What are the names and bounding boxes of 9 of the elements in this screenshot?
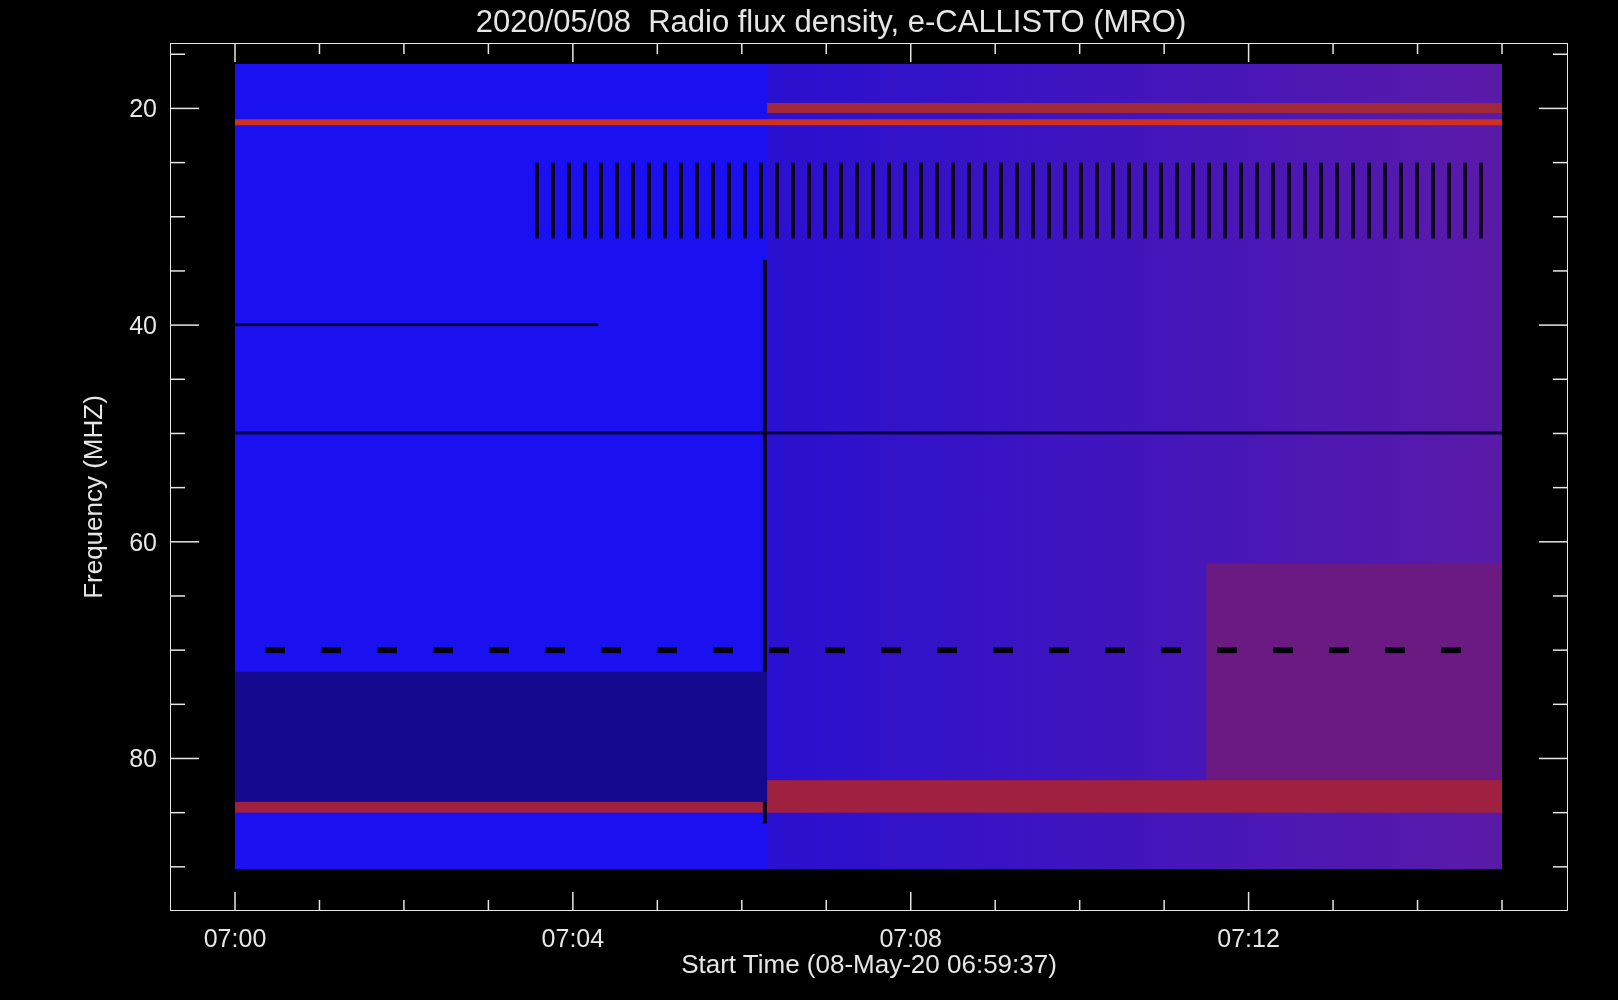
x-tick-label: 07:12 <box>1217 924 1280 953</box>
chart-title: 2020/05/08 Radio flux density, e-CALLISTO (MRO) <box>474 2 1188 41</box>
y-tick-label: 80 <box>129 744 157 773</box>
x-tick-label: 07:00 <box>203 924 267 953</box>
y-tick-label: 40 <box>129 310 157 340</box>
y-tick-label: 20 <box>129 93 157 123</box>
x-tick-label: 07:04 <box>541 924 605 953</box>
y-tick-label: 60 <box>129 527 157 557</box>
y-axis-label: Frequency (MHZ) <box>77 395 109 599</box>
